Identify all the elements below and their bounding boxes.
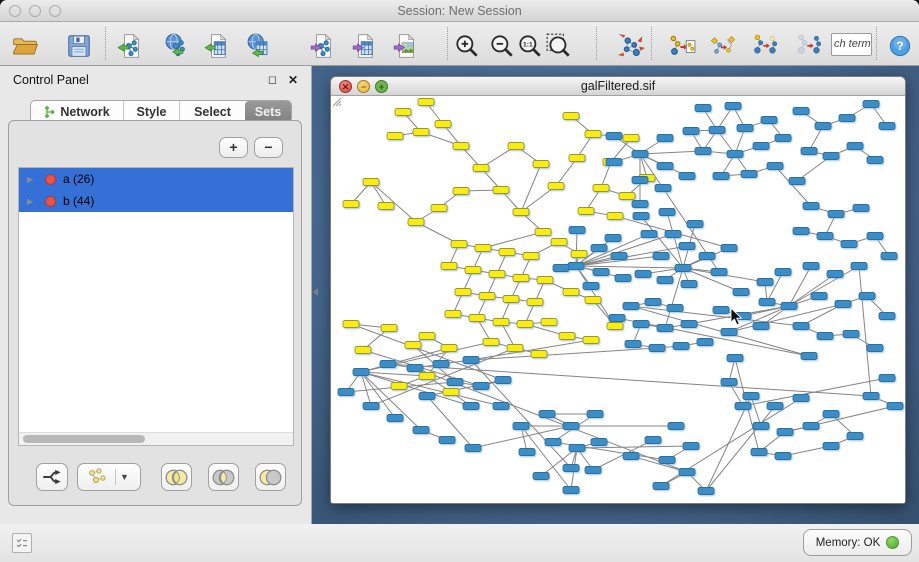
search-input[interactable]: ch term [831,33,872,56]
zoom-actual-icon: 1:1 [516,32,544,60]
toolbar-separator [447,27,448,60]
memory-status-label: Memory: OK [816,537,881,549]
tab-label: Select [194,105,231,119]
sets-rows: ▶ a (26) ▶ b (44) [19,168,293,212]
difference-sets-button[interactable] [255,463,286,491]
apply-layout-icon [617,32,645,60]
tab-label: Network [60,105,109,119]
set-color-icon [45,196,56,207]
import-table-file-icon [204,32,232,60]
status-bar: Memory: OK [0,524,919,562]
import-network-url-icon [164,32,192,60]
split-icon [41,466,63,488]
network-from-all-button[interactable] [793,31,827,61]
help-icon: ? [888,34,912,58]
expand-caret-icon[interactable]: ▶ [27,175,37,184]
zoom-in-icon [453,32,481,60]
network-from-all-icon [796,32,824,60]
export-image-icon [392,32,420,60]
set-color-icon [45,174,56,185]
network-from-selection-icon [752,32,780,60]
tab-label: Sets [255,105,281,119]
venn-difference-icon [257,468,284,487]
scrollbar-thumb[interactable] [23,435,145,443]
first-neighbors-button[interactable] [706,31,740,61]
export-image-button[interactable] [389,31,423,61]
split-set-button[interactable] [36,463,68,491]
open-session-icon [11,32,39,60]
union-sets-button[interactable] [161,463,192,491]
export-network-button[interactable] [306,31,340,61]
zoom-fit-button[interactable] [542,31,576,61]
resize-grip-icon[interactable] [331,96,904,502]
sets-panel: + − ▶ a (26) ▶ b (44) [8,120,302,506]
memory-ok-icon [886,536,899,549]
svg-text:1:1: 1:1 [523,41,533,48]
set-list-item[interactable]: ▶ b (44) [19,190,293,212]
venn-intersection-icon [210,468,237,487]
network-tree-icon [44,105,55,119]
memory-status-button[interactable]: Memory: OK [803,529,912,556]
window-titlebar[interactable]: Session: New Session [0,0,919,22]
import-table-file-button[interactable] [201,31,235,61]
import-network-url-button[interactable] [161,31,195,61]
toolbar-separator [876,27,877,60]
import-table-url-icon [246,32,274,60]
set-list-item[interactable]: ▶ a (26) [19,168,293,190]
network-frame-titlebar[interactable]: ✕ − + galFiltered.sif [331,77,905,96]
svg-text:?: ? [896,39,903,53]
save-session-button[interactable] [62,31,96,61]
dropdown-caret-icon[interactable]: ▼ [115,469,133,485]
zoom-in-button[interactable] [450,31,484,61]
help-button[interactable]: ? [888,34,912,58]
tab-label: Style [137,105,167,119]
remove-set-button[interactable]: − [254,137,283,158]
export-network-icon [309,32,337,60]
network-frame: ✕ − + galFiltered.sif [330,76,906,504]
set-label: a (26) [63,172,94,186]
create-set-combo-button[interactable]: ▼ [77,463,141,491]
control-panel-title: Control Panel [13,73,89,87]
import-network-file-icon [117,32,145,60]
network-from-selection-file-button[interactable] [665,31,699,61]
export-table-button[interactable] [348,31,382,61]
export-table-icon [351,32,379,60]
set-label: b (44) [63,194,94,208]
horizontal-scrollbar[interactable] [19,432,293,445]
network-from-selection-file-icon [668,32,696,60]
close-panel-icon[interactable]: ✕ [288,73,298,87]
network-frame-title: galFiltered.sif [331,77,905,96]
apply-layout-button[interactable] [614,31,648,61]
toolbar-separator [105,27,106,60]
float-panel-icon[interactable]: ◻ [268,73,277,86]
network-desktop: ✕ − + galFiltered.sif [312,66,919,524]
app-window: Session: New Session 1:1 ch term ? Contr… [0,0,919,562]
add-set-button[interactable]: + [219,137,248,158]
network-from-selection-button[interactable] [749,31,783,61]
first-neighbors-icon [709,32,737,60]
network-glyph-icon [85,467,111,487]
control-panel: Control Panel ◻ ✕ Network Style Select Sets… [0,66,312,524]
collapse-splitter-icon[interactable] [313,288,318,296]
task-list-icon [15,536,29,550]
import-table-url-button[interactable] [243,31,277,61]
toolbar-separator [596,27,597,60]
zoom-out-icon [488,32,516,60]
open-session-button[interactable] [8,31,42,61]
toolbar-separator [651,27,652,60]
venn-union-icon [163,468,190,487]
toolbar: 1:1 ch term ? [0,22,919,66]
task-history-button[interactable] [12,533,32,553]
window-title: Session: New Session [0,0,919,22]
intersect-sets-button[interactable] [208,463,239,491]
save-session-icon [65,32,93,60]
import-network-file-button[interactable] [114,31,148,61]
sets-list: ▶ a (26) ▶ b (44) [18,167,294,446]
zoom-fit-icon [545,32,573,60]
expand-caret-icon[interactable]: ▶ [27,197,37,206]
